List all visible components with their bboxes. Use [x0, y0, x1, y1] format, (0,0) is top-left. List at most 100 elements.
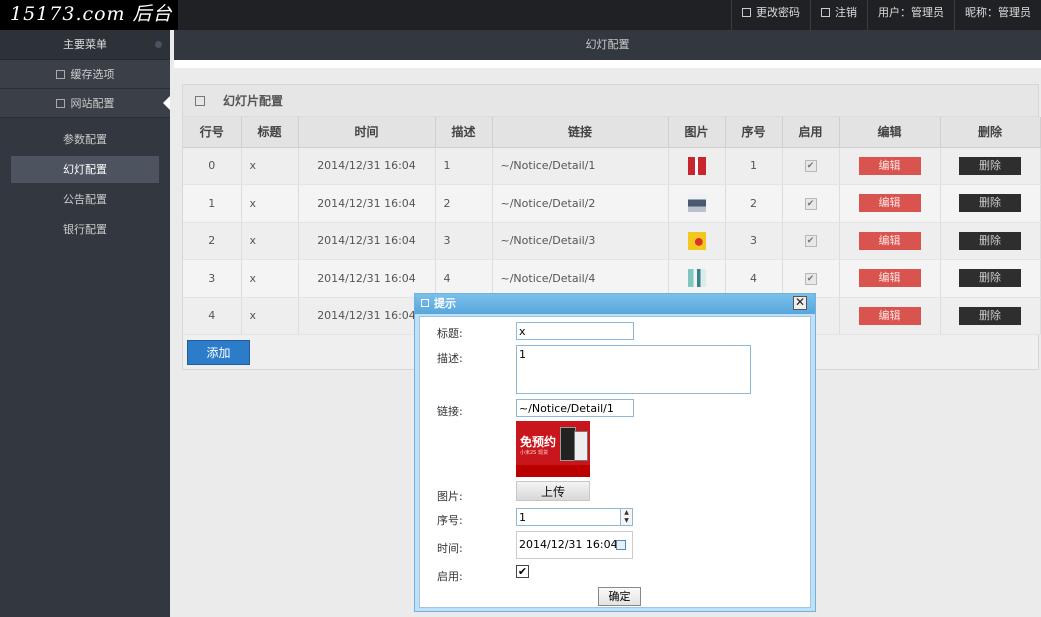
cell-row-number: 3 [183, 259, 242, 298]
sidebar-section-label: 缓存选项 [70, 68, 115, 81]
stepper-up-icon[interactable]: ▲ [621, 509, 632, 517]
logout-link[interactable]: 注销 [810, 0, 867, 30]
cell-order: 2 [725, 184, 783, 223]
change-password-link[interactable]: 更改密码 [731, 0, 810, 30]
box-icon [55, 99, 65, 108]
edit-button[interactable]: 编辑 [858, 269, 921, 288]
delete-button[interactable]: 删除 [959, 231, 1021, 250]
table-row[interactable]: 0 x 2014/12/31 16:04 1 ~/Notice/Detail/1… [183, 147, 1041, 185]
dialog-body: 标题: 描述: 1 链接: 免预约 小米2S 现货 图片: 上传 序号: ▲ ▼… [419, 316, 811, 608]
delete-button[interactable]: 删除 [959, 269, 1021, 288]
cell-enabled: ✔ [782, 259, 840, 298]
dialog-title-bar[interactable]: 提示 ✕ [415, 294, 815, 314]
delete-button[interactable]: 删除 [959, 306, 1021, 325]
table-row[interactable]: 3 x 2014/12/31 16:04 4 ~/Notice/Detail/4… [183, 259, 1041, 298]
title-field[interactable] [516, 322, 634, 340]
sidebar-section-cache[interactable]: 缓存选项 [0, 60, 170, 89]
cell-time: 2014/12/31 16:04 [298, 147, 436, 185]
delete-button[interactable]: 删除 [959, 194, 1021, 213]
enabled-checkbox[interactable]: ✔ [804, 197, 817, 210]
cell-desc: 2 [435, 184, 493, 223]
cell-desc: 3 [435, 222, 493, 260]
sidebar-item-banks[interactable]: 银行配置 [11, 216, 159, 243]
confirm-button[interactable]: 确定 [598, 587, 641, 606]
edit-button[interactable]: 编辑 [858, 156, 921, 175]
link-label: 链接: [437, 405, 463, 418]
time-field[interactable]: 2014/12/31 16:04 [516, 531, 633, 559]
top-links: 更改密码 注销 用户：管理员 昵称：管理员 [731, 0, 1041, 30]
enabled-checkbox[interactable]: ✔ [516, 565, 529, 578]
panel-title-label: 幻灯片配置 [223, 94, 284, 108]
slide-preview-image: 免预约 小米2S 现货 [516, 421, 590, 477]
table-row[interactable]: 1 x 2014/12/31 16:04 2 ~/Notice/Detail/2… [183, 184, 1041, 223]
box-icon [821, 8, 830, 17]
cell-delete: 删除 [940, 147, 1041, 185]
box-icon [742, 8, 751, 17]
sidebar-item-slides[interactable]: 幻灯配置 [11, 156, 159, 183]
desc-field[interactable]: 1 [516, 345, 751, 394]
add-button[interactable]: 添加 [187, 340, 250, 365]
cell-time: 2014/12/31 16:04 [298, 184, 436, 223]
col-header-title[interactable]: 标题 [241, 117, 299, 148]
table-row[interactable]: 2 x 2014/12/31 16:04 3 ~/Notice/Detail/3… [183, 222, 1041, 260]
sidebar-section-label: 网站配置 [70, 97, 115, 110]
cell-row-number: 4 [183, 297, 242, 335]
close-button[interactable]: ✕ [793, 296, 807, 310]
enabled-checkbox[interactable]: ✔ [804, 235, 817, 248]
cell-enabled: ✔ [782, 222, 840, 260]
slide-thumbnail[interactable] [687, 269, 706, 288]
cell-link: ~/Notice/Detail/2 [492, 184, 669, 223]
panel-title: 幻灯片配置 [183, 85, 1038, 117]
edit-button[interactable]: 编辑 [858, 306, 921, 325]
sidebar-title[interactable]: 主要菜单 [0, 30, 170, 60]
enabled-checkbox[interactable]: ✔ [804, 272, 817, 285]
delete-button[interactable]: 删除 [959, 156, 1021, 175]
cell-delete: 删除 [940, 184, 1041, 223]
image-label: 图片: [437, 490, 463, 503]
enabled-checkbox[interactable]: ✔ [804, 160, 817, 173]
dialog-icon [421, 299, 429, 307]
cell-delete: 删除 [940, 297, 1041, 335]
content-divider [174, 60, 1041, 68]
col-header-enabled[interactable]: 启用 [782, 117, 840, 148]
cell-enabled: ✔ [782, 184, 840, 223]
cell-edit: 编辑 [839, 297, 941, 335]
calendar-icon[interactable] [616, 540, 626, 550]
slide-thumbnail[interactable] [687, 194, 706, 213]
edit-button[interactable]: 编辑 [858, 231, 921, 250]
col-header-row-number[interactable]: 行号 [183, 117, 242, 148]
order-field[interactable] [516, 508, 621, 526]
cell-link: ~/Notice/Detail/3 [492, 222, 669, 260]
cell-time: 2014/12/31 16:04 [298, 222, 436, 260]
col-header-image[interactable]: 图片 [668, 117, 726, 148]
col-header-time[interactable]: 时间 [298, 117, 436, 148]
col-header-desc[interactable]: 描述 [435, 117, 493, 148]
col-header-edit[interactable]: 编辑 [839, 117, 941, 148]
slide-thumbnail[interactable] [687, 156, 706, 175]
sidebar-item-notices[interactable]: 公告配置 [11, 186, 159, 213]
preview-subtext: 小米2S 现货 [520, 450, 548, 456]
upload-button[interactable]: 上传 [516, 481, 590, 501]
time-value: 2014/12/31 16:04 [519, 538, 618, 551]
edit-dialog: 提示 ✕ 标题: 描述: 1 链接: 免预约 小米2S 现货 图片: 上传 序号… [414, 293, 816, 612]
cell-image [668, 184, 726, 223]
cell-edit: 编辑 [839, 222, 941, 260]
cell-link: ~/Notice/Detail/1 [492, 147, 669, 185]
sidebar-section-site-config[interactable]: 网站配置 [0, 89, 170, 118]
site-logo[interactable]: 15173.com 后台 [0, 0, 178, 30]
col-header-link[interactable]: 链接 [492, 117, 669, 148]
title-label: 标题: [437, 327, 463, 340]
col-header-order[interactable]: 序号 [725, 117, 783, 148]
cell-row-number: 1 [183, 184, 242, 223]
link-field[interactable] [516, 399, 634, 417]
logout-label: 注销 [835, 6, 857, 19]
edit-button[interactable]: 编辑 [858, 194, 921, 213]
slide-thumbnail[interactable] [687, 231, 706, 250]
cell-delete: 删除 [940, 259, 1041, 298]
cell-link: ~/Notice/Detail/4 [492, 259, 669, 298]
order-stepper[interactable]: ▲ ▼ [620, 508, 633, 526]
col-header-delete[interactable]: 删除 [940, 117, 1041, 148]
stepper-down-icon[interactable]: ▼ [621, 517, 632, 525]
collapse-icon[interactable] [155, 41, 162, 48]
sidebar-item-params[interactable]: 参数配置 [11, 126, 159, 153]
